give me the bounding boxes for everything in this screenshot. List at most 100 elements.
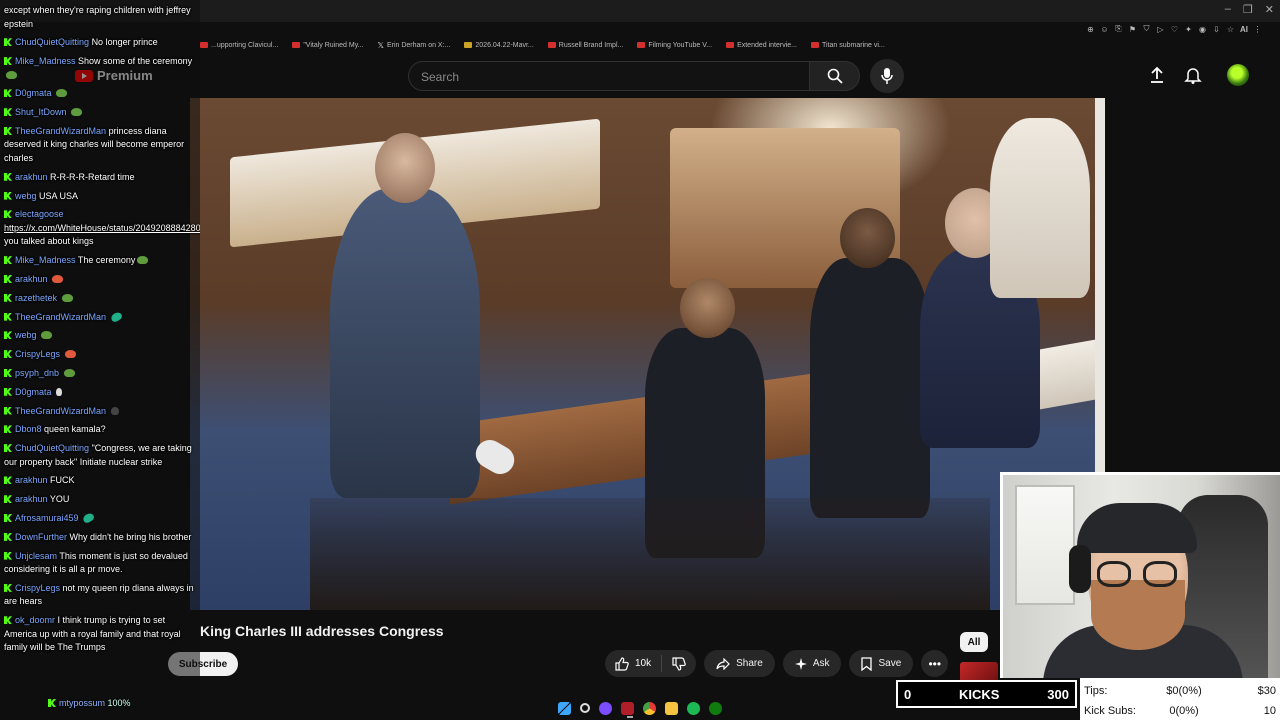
- account-avatar[interactable]: [1227, 64, 1249, 86]
- more-actions-button[interactable]: •••: [921, 650, 949, 677]
- bookmark[interactable]: ...upporting Clavicul...: [200, 42, 278, 49]
- video-player[interactable]: [190, 98, 1105, 610]
- chat-message: ChudQuietQuitting No longer prince: [4, 36, 196, 50]
- dislike-button[interactable]: [662, 656, 696, 671]
- chat-username[interactable]: Unjclesam: [15, 551, 57, 561]
- youtube-header: Search: [200, 54, 1280, 98]
- chat-username[interactable]: webg: [15, 191, 37, 201]
- obs-icon[interactable]: [599, 701, 612, 715]
- file-explorer-icon[interactable]: [665, 701, 678, 715]
- windows-start-icon[interactable]: [558, 701, 571, 715]
- chrome-icon[interactable]: [643, 701, 656, 715]
- webcam-scene: [1069, 545, 1091, 593]
- youtube-icon: [292, 42, 301, 48]
- bookmarks-bar: ...upporting Clavicul... "Vitaly Ruined …: [200, 36, 1080, 54]
- chat-message-text: FUCK: [50, 475, 75, 486]
- chat-username[interactable]: TheeGrandWizardMan: [15, 406, 106, 416]
- bookmark[interactable]: 2026.04.22-Mavr...: [464, 42, 534, 49]
- media-icon[interactable]: ◉: [1198, 25, 1207, 34]
- chat-username[interactable]: electagoose: [15, 209, 64, 219]
- spotify-icon[interactable]: [687, 701, 700, 715]
- app-icon[interactable]: [621, 701, 634, 715]
- chat-username[interactable]: arakhun: [15, 494, 48, 504]
- chat-message: Dbon8 queen kamala?: [4, 423, 196, 437]
- close-icon[interactable]: ✕: [1265, 3, 1274, 16]
- filter-chip-all[interactable]: All: [960, 632, 988, 652]
- webcam-scene: [1097, 561, 1131, 587]
- chat-username[interactable]: CrispyLegs: [15, 583, 60, 593]
- chat-username[interactable]: TheeGrandWizardMan: [15, 312, 106, 322]
- extension-icon[interactable]: ⎘: [1114, 24, 1123, 34]
- heart-icon[interactable]: ♡: [1170, 25, 1179, 34]
- page-icon: [464, 42, 473, 48]
- chat-username[interactable]: CrispyLegs: [15, 349, 60, 359]
- kick-badge-icon: [4, 495, 12, 504]
- video-title: King Charles III addresses Congress: [200, 623, 444, 639]
- chat-message: TheeGrandWizardMan: [4, 310, 196, 325]
- extension-icon[interactable]: ☺: [1100, 25, 1109, 34]
- chat-username[interactable]: ChudQuietQuitting: [15, 443, 89, 453]
- chat-message: DownFurther Why didn't he bring his brot…: [4, 531, 196, 545]
- chat-username[interactable]: D0gmata: [15, 387, 52, 397]
- chat-username[interactable]: Mike_Madness: [15, 255, 76, 265]
- save-button[interactable]: Save: [849, 650, 914, 677]
- bookmark[interactable]: Titan submarine vi...: [811, 42, 885, 49]
- chat-username[interactable]: psyph_dnb: [15, 368, 59, 378]
- minimize-icon[interactable]: –: [1225, 3, 1231, 16]
- bookmark[interactable]: "Vitaly Ruined My...: [292, 42, 364, 49]
- puzzle-icon[interactable]: ✦: [1184, 25, 1193, 34]
- bookmark[interactable]: Russell Brand Impl...: [547, 42, 623, 49]
- search-icon[interactable]: [580, 703, 590, 713]
- download-icon[interactable]: ⇩: [1212, 25, 1221, 34]
- youtube-logo[interactable]: Premium: [75, 68, 153, 83]
- chat-username[interactable]: ChudQuietQuitting: [15, 37, 89, 47]
- chat-username[interactable]: razethetek: [15, 293, 57, 303]
- share-button[interactable]: Share: [704, 650, 775, 677]
- kick-badge-icon: [4, 57, 12, 66]
- notifications-button[interactable]: [1184, 66, 1202, 89]
- bookmark[interactable]: 𝕏 Erin Derham on X:...: [378, 41, 451, 50]
- kick-badge-icon: [4, 551, 12, 560]
- youtube-icon: [200, 42, 208, 48]
- chat-username[interactable]: ok_doomr: [15, 615, 55, 625]
- menu-icon[interactable]: ⋮: [1253, 25, 1262, 34]
- chat-username[interactable]: Afrosamurai459: [15, 513, 79, 523]
- extension-icon[interactable]: ⚑: [1128, 25, 1137, 34]
- chat-username[interactable]: arakhun: [15, 172, 48, 182]
- bookmark[interactable]: Filming YouTube V...: [637, 42, 712, 49]
- search-button[interactable]: [810, 61, 860, 91]
- shield-icon[interactable]: ⛉: [1142, 24, 1151, 34]
- chat-username[interactable]: Dbon8: [15, 424, 42, 434]
- voice-search-button[interactable]: [870, 59, 904, 93]
- kick-badge-icon: [4, 406, 12, 415]
- play-icon[interactable]: ▷: [1156, 25, 1165, 34]
- chat-username[interactable]: webg: [15, 330, 37, 340]
- youtube-icon: [726, 42, 735, 48]
- bookmark[interactable]: Extended intervie...: [726, 42, 797, 49]
- xbox-icon[interactable]: [709, 701, 722, 715]
- search-input[interactable]: Search: [408, 61, 810, 91]
- chat-username[interactable]: Shut_ItDown: [15, 107, 67, 117]
- chat-link[interactable]: https://x.com/WhiteHouse/status/20492088…: [4, 223, 200, 233]
- chat-username[interactable]: TheeGrandWizardMan: [15, 126, 106, 136]
- kick-badge-icon: [4, 444, 12, 453]
- zoom-icon[interactable]: ⊕: [1086, 25, 1095, 34]
- chat-status-line: mtypossum 100%: [48, 698, 131, 708]
- star-icon[interactable]: ☆: [1226, 25, 1235, 34]
- chat-username[interactable]: D0gmata: [15, 88, 52, 98]
- kick-badge-icon: [4, 425, 12, 434]
- chat-username[interactable]: DownFurther: [15, 532, 67, 542]
- like-button[interactable]: 10k: [605, 655, 663, 672]
- create-button[interactable]: [1148, 66, 1166, 89]
- video-scene: [810, 258, 930, 518]
- kicks-goal: 300: [1047, 686, 1069, 702]
- chat-username[interactable]: arakhun: [15, 475, 48, 485]
- chat-username[interactable]: arakhun: [15, 274, 48, 284]
- chat-message-text: Show some of the ceremony: [78, 56, 193, 67]
- youtube-play-icon: [75, 69, 93, 82]
- chat-username[interactable]: Mike_Madness: [15, 56, 76, 66]
- kick-badge-icon: [4, 191, 12, 200]
- ai-extension-label[interactable]: AI: [1240, 25, 1248, 34]
- ask-button[interactable]: Ask: [782, 650, 842, 677]
- restore-icon[interactable]: ❐: [1243, 3, 1253, 16]
